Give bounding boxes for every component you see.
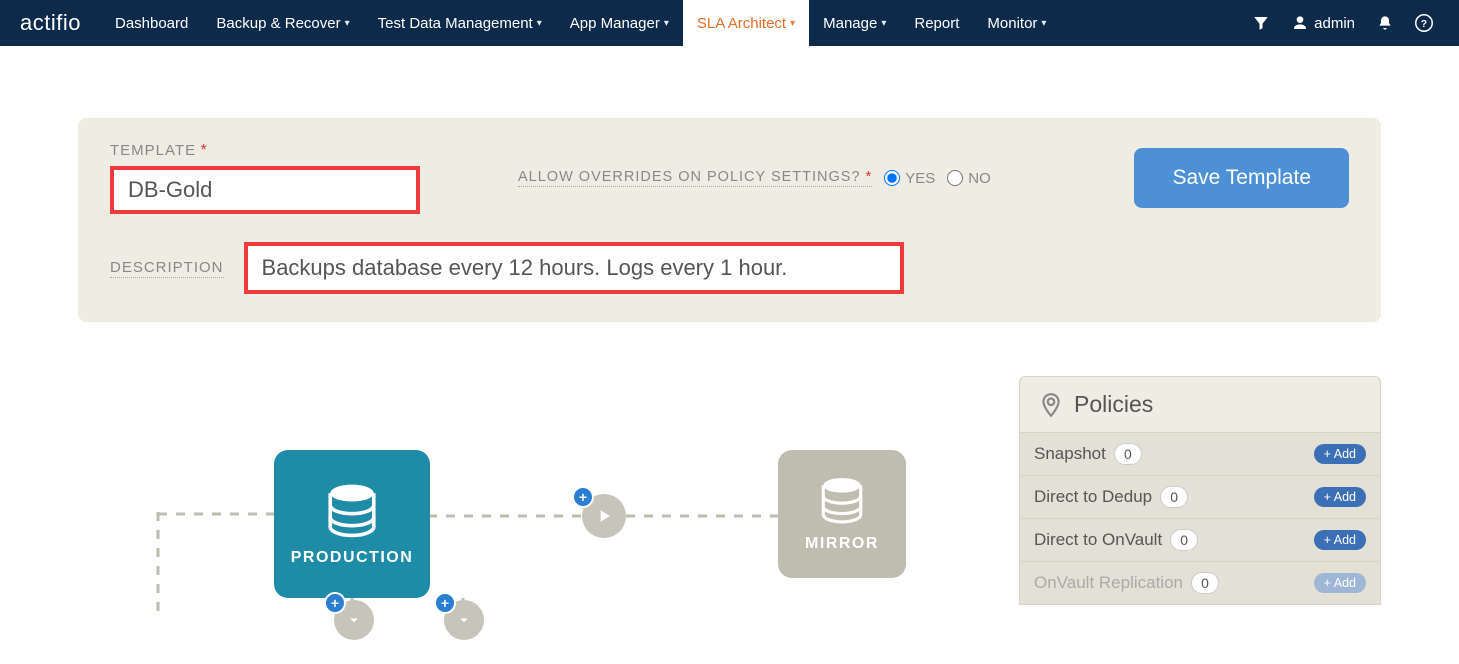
user-icon — [1292, 15, 1308, 31]
nav-report[interactable]: Report — [900, 0, 973, 46]
chevron-down-icon: ▾ — [1041, 18, 1046, 29]
pin-icon — [1038, 392, 1064, 418]
help-icon[interactable]: ? — [1415, 14, 1433, 32]
add-direct-onvault-button[interactable]: + Add — [1314, 530, 1366, 550]
node-production[interactable]: PRODUCTION — [274, 450, 430, 598]
database-icon — [817, 475, 867, 525]
nav-test-data-management[interactable]: Test Data Management▾ — [364, 0, 556, 46]
override-label: ALLOW OVERRIDES ON POLICY SETTINGS? * — [518, 169, 872, 187]
nav-app-manager[interactable]: App Manager▾ — [556, 0, 683, 46]
bell-icon[interactable] — [1377, 15, 1393, 31]
user-menu[interactable]: admin — [1292, 15, 1355, 32]
add-snapshot-button[interactable]: + Add — [1314, 444, 1366, 464]
add-direct-dedup-button[interactable]: + Add — [1314, 487, 1366, 507]
policy-row-direct-dedup: Direct to Dedup 0 + Add — [1020, 475, 1380, 518]
production-label: PRODUCTION — [291, 549, 414, 567]
chevron-down-icon — [345, 611, 363, 629]
add-connector-button[interactable]: + — [572, 486, 594, 508]
description-label: DESCRIPTION — [110, 259, 224, 278]
save-template-button[interactable]: Save Template — [1134, 148, 1349, 208]
database-icon — [323, 481, 381, 539]
policy-count: 0 — [1114, 443, 1142, 465]
nav-sla-architect[interactable]: SLA Architect▾ — [683, 0, 809, 46]
description-input[interactable] — [244, 242, 904, 294]
template-input[interactable] — [110, 166, 420, 214]
policies-header: Policies — [1020, 377, 1380, 432]
chevron-down-icon: ▾ — [881, 18, 886, 29]
chevron-down-icon: ▾ — [664, 18, 669, 29]
nav-dashboard[interactable]: Dashboard — [101, 0, 202, 46]
policy-row-direct-onvault: Direct to OnVault 0 + Add — [1020, 518, 1380, 561]
svg-text:?: ? — [1421, 18, 1427, 30]
filter-icon[interactable] — [1252, 14, 1270, 32]
nav-items: Dashboard Backup & Recover▾ Test Data Ma… — [101, 0, 1060, 46]
chevron-down-icon: ▾ — [345, 18, 350, 29]
nav-monitor[interactable]: Monitor▾ — [973, 0, 1060, 46]
required-marker: * — [201, 142, 207, 159]
policy-diagram: PRODUCTION MIRROR + + + — [78, 382, 1018, 612]
chevron-down-icon — [455, 611, 473, 629]
nav-right: admin ? — [1252, 0, 1459, 46]
policy-count: 0 — [1191, 572, 1219, 594]
mirror-label: MIRROR — [805, 535, 879, 553]
add-down-1-button[interactable]: + — [324, 592, 346, 614]
override-no[interactable]: NO — [947, 170, 991, 187]
policy-row-snapshot: Snapshot 0 + Add — [1020, 432, 1380, 475]
policy-count: 0 — [1170, 529, 1198, 551]
override-yes[interactable]: YES — [884, 170, 935, 187]
add-onvault-replication-button: + Add — [1314, 573, 1366, 593]
nav-manage[interactable]: Manage▾ — [809, 0, 900, 46]
template-form-card: TEMPLATE * ALLOW OVERRIDES ON POLICY SET… — [78, 118, 1381, 322]
chevron-down-icon: ▾ — [537, 18, 542, 29]
template-label: TEMPLATE — [110, 142, 196, 159]
policy-count: 0 — [1160, 486, 1188, 508]
policy-row-onvault-replication: OnVault Replication 0 + Add — [1020, 561, 1380, 604]
nav-backup-recover[interactable]: Backup & Recover▾ — [202, 0, 363, 46]
play-icon — [594, 506, 614, 526]
top-nav: actifio Dashboard Backup & Recover▾ Test… — [0, 0, 1459, 46]
add-down-2-button[interactable]: + — [434, 592, 456, 614]
policies-title: Policies — [1074, 391, 1153, 418]
chevron-down-icon: ▾ — [790, 18, 795, 29]
policies-panel: Policies Snapshot 0 + Add Direct to Dedu… — [1019, 376, 1381, 605]
node-mirror[interactable]: MIRROR — [778, 450, 906, 578]
brand-logo: actifio — [0, 0, 101, 46]
username: admin — [1314, 15, 1355, 32]
